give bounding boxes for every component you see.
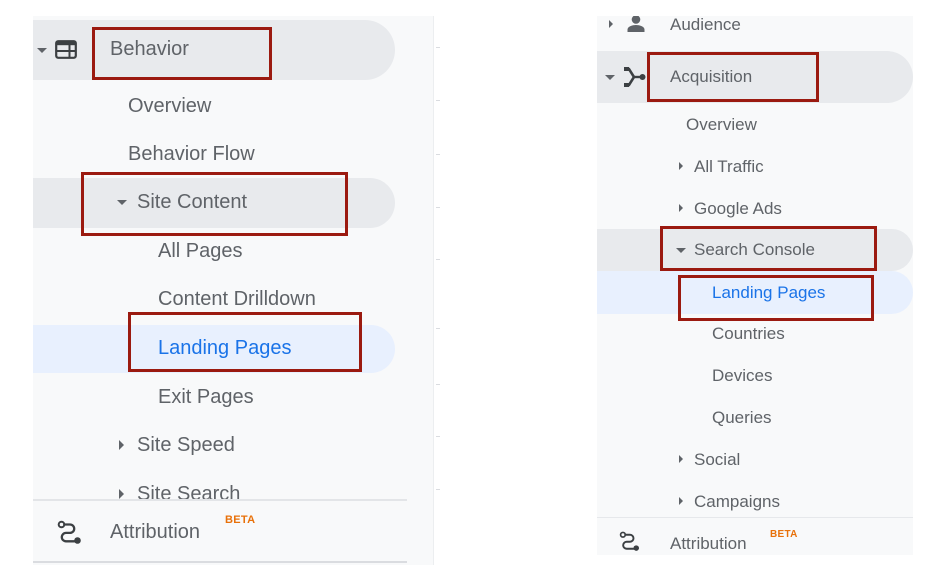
nav-section-behavior[interactable]: Behavior — [33, 20, 395, 80]
tick-mark — [436, 207, 440, 208]
caret-right-icon — [119, 440, 124, 450]
nav-item-label: Landing Pages — [712, 283, 826, 302]
tick-mark — [436, 154, 440, 155]
beta-badge: BETA — [770, 529, 798, 540]
nav-item-devices[interactable]: Devices — [597, 361, 913, 391]
nav-item-label: All Pages — [158, 240, 243, 262]
nav-footer-label: Attribution — [110, 521, 201, 543]
nav-item-site-speed[interactable]: Site Speed — [33, 428, 433, 462]
tick-mark — [436, 489, 440, 490]
caret-down-icon — [605, 75, 615, 80]
nav-item-label: Behavior Flow — [128, 143, 255, 165]
nav-item-label: Countries — [712, 324, 785, 343]
nav-item-all-pages[interactable]: All Pages — [33, 234, 433, 268]
nav-item-label: Campaigns — [694, 492, 780, 511]
left-nav-panel: Behavior Overview Behavior Flow Site Con… — [33, 16, 433, 565]
nav-item-label: Devices — [712, 366, 773, 385]
footer-divider — [597, 517, 913, 518]
caret-right-icon — [119, 489, 124, 499]
nav-item-campaigns[interactable]: Campaigns — [597, 487, 913, 517]
nav-section-label: Audience — [670, 16, 741, 34]
nav-item-search-console[interactable]: Search Console — [597, 229, 913, 271]
caret-right-icon — [679, 497, 683, 505]
caret-down-icon — [117, 200, 127, 205]
nav-section-label: Acquisition — [670, 67, 753, 86]
nav-item-content-drilldown[interactable]: Content Drilldown — [33, 282, 433, 316]
nav-item-behavior-flow[interactable]: Behavior Flow — [33, 137, 433, 171]
attribution-route-icon — [619, 531, 641, 555]
nav-item-queries[interactable]: Queries — [597, 403, 913, 433]
nav-item-label: Site Speed — [137, 434, 235, 456]
caret-down-icon — [37, 48, 47, 53]
panel-edge — [433, 16, 434, 565]
nav-item-label: Exit Pages — [158, 386, 254, 408]
caret-right-icon — [679, 455, 683, 463]
person-icon — [627, 16, 645, 37]
beta-badge: BETA — [225, 514, 256, 526]
nav-item-site-content[interactable]: Site Content — [33, 178, 395, 228]
nav-item-label: Queries — [712, 408, 772, 427]
nav-item-overview[interactable]: Overview — [597, 110, 913, 140]
nav-section-audience[interactable]: Audience — [597, 16, 913, 40]
tick-mark — [436, 47, 440, 48]
nav-item-label: Landing Pages — [158, 337, 292, 359]
tick-mark — [436, 436, 440, 437]
nav-item-label: All Traffic — [694, 157, 764, 176]
nav-footer-attribution[interactable]: Attribution BETA — [33, 510, 407, 554]
nav-section-acquisition[interactable]: Acquisition — [597, 51, 913, 103]
nav-section-label: Behavior — [110, 38, 189, 60]
nav-item-social[interactable]: Social — [597, 445, 913, 475]
tick-mark — [436, 328, 440, 329]
behavior-layout-icon — [55, 40, 77, 65]
caret-right-icon — [679, 162, 683, 170]
acquisition-merge-icon — [624, 67, 646, 92]
attribution-route-icon — [57, 520, 83, 550]
caret-down-icon — [676, 248, 686, 253]
nav-footer-attribution[interactable]: Attribution BETA — [597, 520, 913, 555]
nav-item-countries[interactable]: Countries — [597, 319, 913, 349]
nav-item-landing-pages[interactable]: Landing Pages — [597, 271, 913, 314]
caret-right-icon — [679, 204, 683, 212]
nav-item-label: Google Ads — [694, 199, 782, 218]
nav-item-label: Search Console — [694, 240, 815, 259]
tick-mark — [436, 259, 440, 260]
nav-footer-label: Attribution — [670, 534, 747, 553]
tick-mark — [436, 384, 440, 385]
nav-item-overview[interactable]: Overview — [33, 89, 433, 123]
nav-item-label: Social — [694, 450, 741, 469]
nav-item-label: Overview — [686, 115, 757, 134]
right-nav-panel: Audience Acquisition Overview All Traffi… — [597, 16, 913, 555]
caret-right-icon — [609, 20, 613, 28]
nav-item-label: Site Content — [137, 191, 248, 213]
nav-item-google-ads[interactable]: Google Ads — [597, 194, 913, 224]
nav-item-landing-pages[interactable]: Landing Pages — [33, 325, 395, 373]
nav-item-label: Overview — [128, 95, 212, 117]
nav-item-all-traffic[interactable]: All Traffic — [597, 152, 913, 182]
nav-item-exit-pages[interactable]: Exit Pages — [33, 380, 433, 414]
nav-item-label: Content Drilldown — [158, 288, 316, 310]
tick-mark — [436, 100, 440, 101]
footer-divider-bottom — [33, 561, 407, 563]
